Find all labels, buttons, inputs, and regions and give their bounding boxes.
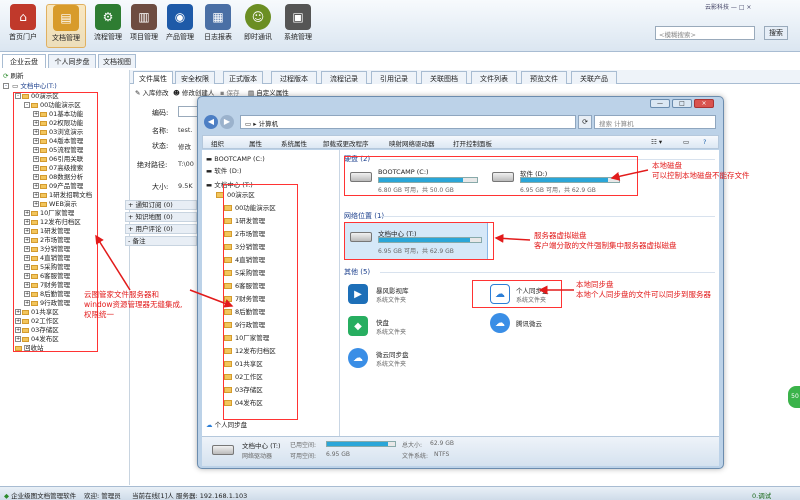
annotation-sync-disk: 本地同步盘 本地个人同步盘的文件可以同步到服务器 (576, 280, 711, 300)
annotation-left-line3: 权限统一 (84, 310, 114, 319)
annotation-left-line2: window资源管理器无缝集成, (84, 300, 183, 309)
status-right[interactable]: 0.调试 (752, 490, 771, 500)
annotation-sync-disk-line2: 本地个人同步盘的文件可以同步到服务器 (576, 290, 711, 299)
arrow-server-disk (494, 233, 531, 243)
annotation-server-disk: 服务器虚拟磁盘 客户端分散的文件强制集中服务器虚拟磁盘 (534, 231, 677, 251)
annotation-local-disk-line1: 本地磁盘 (652, 161, 682, 170)
annotation-server-disk-line2: 客户端分散的文件强制集中服务器虚拟磁盘 (534, 241, 677, 250)
status-bar: ◆ 企业级图文档管理软件 欢迎: 管理员 当前在线[1]人 服务器: 192.1… (0, 486, 800, 500)
side-badge[interactable]: 50 (788, 386, 800, 408)
annotation-local-disk: 本地磁盘 可以控制本地磁盘不能存文件 (652, 161, 750, 181)
annotation-sync-disk-line1: 本地同步盘 (576, 280, 614, 289)
status-app-label: 企业级图文档管理软件 (11, 492, 77, 500)
annotation-local-disk-line2: 可以控制本地磁盘不能存文件 (652, 171, 750, 180)
app-logo-icon: ◆ (4, 492, 9, 500)
status-app: ◆ 企业级图文档管理软件 (4, 490, 76, 500)
status-online: 当前在线[1]人 (132, 492, 174, 500)
annotation-left-line1: 云图管家文件服务器和 (84, 290, 159, 299)
status-server: 服务器: 192.168.1.103 (176, 492, 248, 500)
status-welcome: 欢迎: 管理员 (84, 492, 121, 500)
arrow-local-disk (610, 169, 649, 181)
arrow-left-explorer (189, 289, 234, 308)
annotation-server-disk-line1: 服务器虚拟磁盘 (534, 231, 587, 240)
arrow-left-tree (95, 234, 131, 291)
annotation-left: 云图管家文件服务器和 window资源管理器无缝集成, 权限统一 (84, 290, 182, 320)
annotation-arrows (95, 169, 649, 308)
